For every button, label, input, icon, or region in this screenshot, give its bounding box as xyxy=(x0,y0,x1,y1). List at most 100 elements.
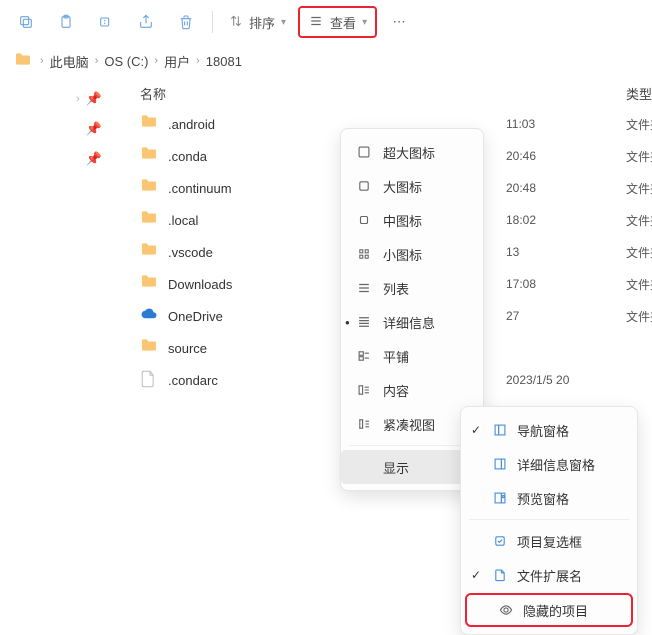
menu-label: 列表 xyxy=(383,279,409,298)
item-type: 文件夹 xyxy=(626,212,652,229)
breadcrumb-part[interactable]: OS (C:) xyxy=(104,54,148,69)
cloud-icon xyxy=(140,306,160,326)
rename-icon[interactable] xyxy=(88,6,124,38)
menu-label: 紧凑视图 xyxy=(383,415,435,434)
menu-icon xyxy=(355,315,373,329)
menu-label: 显示 xyxy=(383,458,409,477)
menu-label: 超大图标 xyxy=(383,143,435,162)
submenu-item[interactable]: 详细信息窗格 xyxy=(461,447,637,481)
folder-icon xyxy=(140,338,160,358)
paste-icon[interactable] xyxy=(48,6,84,38)
check-icon: ✓ xyxy=(471,423,481,437)
file-icon xyxy=(140,370,160,390)
breadcrumb-part[interactable]: 此电脑 xyxy=(50,52,89,71)
menu-item[interactable]: 内容 xyxy=(341,373,483,407)
chevron-right-icon: › xyxy=(76,93,80,105)
submenu-item[interactable]: 隐藏的项目 xyxy=(465,593,633,627)
menu-item[interactable]: 大图标 xyxy=(341,169,483,203)
submenu-icon xyxy=(491,491,509,505)
toolbar: 排序 ▾ 查看 ▾ ⋯ xyxy=(0,0,652,44)
sort-button[interactable]: 排序 ▾ xyxy=(221,6,294,38)
item-type: 文件夹 xyxy=(626,180,652,197)
submenu-item[interactable]: ✓ 文件扩展名 xyxy=(461,558,637,592)
list-icon xyxy=(308,14,324,31)
folder-icon xyxy=(140,114,160,134)
show-submenu: ✓导航窗格详细信息窗格预览窗格项目复选框 ✓ 文件扩展名隐藏的项目 xyxy=(460,406,638,635)
menu-label: 详细信息 xyxy=(383,313,435,332)
menu-label: 平铺 xyxy=(383,347,409,366)
menu-item[interactable]: ●详细信息 xyxy=(341,305,483,339)
menu-icon xyxy=(355,179,373,193)
check-icon: ✓ xyxy=(471,568,481,582)
submenu-icon xyxy=(491,534,509,548)
sidebar: ›📌 📌 📌 xyxy=(0,78,118,536)
menu-icon xyxy=(355,349,373,363)
sidebar-item[interactable]: 📌 xyxy=(0,144,118,174)
folder-icon xyxy=(140,178,160,198)
item-date: 20:48 xyxy=(506,181,626,195)
folder-icon xyxy=(140,274,160,294)
chevron-down-icon: ▾ xyxy=(281,17,286,28)
item-type: 文件夹 xyxy=(626,148,652,165)
submenu-icon xyxy=(497,603,515,617)
view-button[interactable]: 查看 ▾ xyxy=(298,6,377,38)
view-label: 查看 xyxy=(330,13,356,32)
menu-item[interactable]: 平铺 xyxy=(341,339,483,373)
menu-icon xyxy=(355,213,373,227)
submenu-item[interactable]: ✓导航窗格 xyxy=(461,413,637,447)
chevron-right-icon: › xyxy=(40,55,44,67)
item-date: 11:03 xyxy=(506,117,626,131)
folder-icon xyxy=(140,146,160,166)
menu-item[interactable]: 列表 xyxy=(341,271,483,305)
folder-icon xyxy=(14,52,32,71)
breadcrumb[interactable]: › 此电脑 › OS (C:) › 用户 › 18081 xyxy=(0,44,652,78)
item-date: 17:08 xyxy=(506,277,626,291)
menu-label: 内容 xyxy=(383,381,409,400)
delete-icon[interactable] xyxy=(168,6,204,38)
breadcrumb-part[interactable]: 用户 xyxy=(164,52,190,71)
column-type[interactable]: 类型 xyxy=(626,84,652,103)
column-name[interactable]: 名称 xyxy=(140,84,630,103)
menu-icon xyxy=(355,145,373,159)
menu-label: 中图标 xyxy=(383,211,422,230)
breadcrumb-part[interactable]: 18081 xyxy=(206,54,242,69)
item-type: 文件夹 xyxy=(626,116,652,133)
submenu-icon xyxy=(491,423,509,437)
more-icon[interactable]: ⋯ xyxy=(381,6,417,38)
item-type: 文件夹 xyxy=(626,276,652,293)
menu-icon xyxy=(355,417,373,431)
menu-icon xyxy=(355,248,373,260)
sidebar-item[interactable]: 📌 xyxy=(0,114,118,144)
item-date: 2023/1/5 20 xyxy=(506,373,626,387)
copy-icon[interactable] xyxy=(8,6,44,38)
folder-icon xyxy=(140,242,160,262)
share-icon[interactable] xyxy=(128,6,164,38)
submenu-label: 项目复选框 xyxy=(517,532,582,551)
submenu-item[interactable]: 项目复选框 xyxy=(461,524,637,558)
pin-icon: 📌 xyxy=(86,121,102,137)
submenu-label: 详细信息窗格 xyxy=(517,455,595,474)
submenu-icon xyxy=(491,568,509,582)
menu-item[interactable]: 超大图标 xyxy=(341,135,483,169)
chevron-down-icon: ▾ xyxy=(362,17,367,28)
item-type: 文件夹 xyxy=(626,244,652,261)
menu-item[interactable]: 中图标 xyxy=(341,203,483,237)
item-date: 20:46 xyxy=(506,149,626,163)
sort-icon xyxy=(229,14,243,31)
sort-label: 排序 xyxy=(249,13,275,32)
menu-icon xyxy=(355,281,373,295)
item-type: 文件夹 xyxy=(626,308,652,325)
sidebar-item[interactable]: ›📌 xyxy=(0,84,118,114)
pin-icon: 📌 xyxy=(86,91,102,107)
submenu-icon xyxy=(491,457,509,471)
submenu-item[interactable]: 预览窗格 xyxy=(461,481,637,515)
menu-item[interactable]: 小图标 xyxy=(341,237,483,271)
submenu-label: 文件扩展名 xyxy=(517,566,582,585)
pin-icon: 📌 xyxy=(86,151,102,167)
item-date: 13 xyxy=(506,245,626,259)
item-date: 18:02 xyxy=(506,213,626,227)
folder-icon xyxy=(140,210,160,230)
submenu-label: 隐藏的项目 xyxy=(523,601,588,620)
column-headers[interactable]: 名称 类型 大小 xyxy=(118,78,652,108)
menu-label: 大图标 xyxy=(383,177,422,196)
